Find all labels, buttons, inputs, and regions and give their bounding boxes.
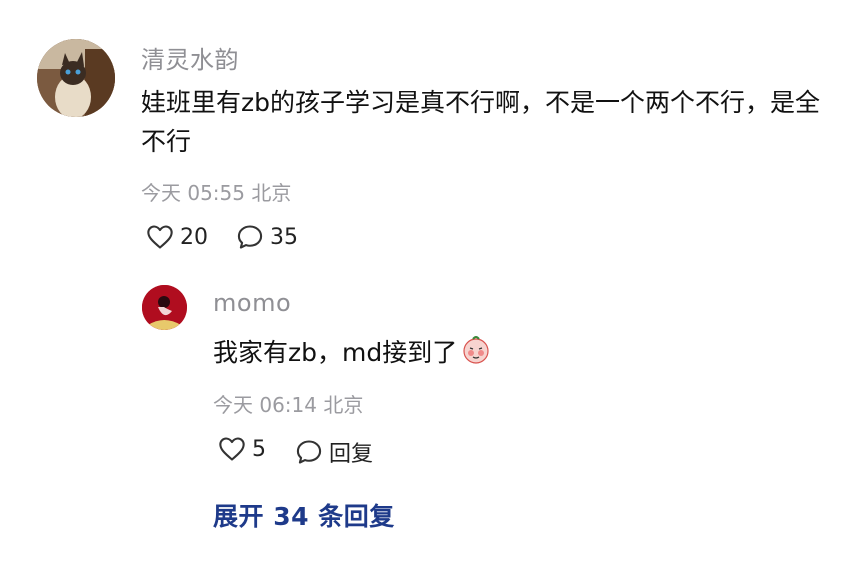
reply-button-label: 回复 [329, 442, 374, 467]
figure-avatar-image [142, 285, 187, 330]
comment-bubble-icon [296, 440, 322, 464]
blushing-face-icon [461, 334, 491, 375]
comment-text: 娃班里有zb的孩子学习是真不行啊，不是一个两个不行，是全不行 [141, 88, 820, 156]
reply-count: 35 [270, 224, 298, 250]
comment-bubble-icon [237, 225, 263, 249]
like-count: 20 [180, 224, 208, 250]
reply-count-button[interactable]: 35 [236, 224, 298, 250]
comment-username[interactable]: 清灵水韵 [141, 40, 239, 75]
reply-text-row: 我家有zb，md接到了 [213, 333, 491, 375]
cat-avatar-image [37, 39, 115, 117]
reply-like-button[interactable]: 5 [218, 436, 266, 462]
reply-button[interactable]: 回复 [295, 436, 373, 468]
comment-meta: 今天 05:55 北京 [141, 181, 292, 205]
heart-icon [147, 225, 173, 249]
reply-text: 我家有zb，md接到了 [213, 338, 458, 367]
user-avatar[interactable] [37, 39, 115, 117]
reply-user-avatar[interactable] [142, 285, 187, 330]
expand-replies-link[interactable]: 展开 34 条回复 [213, 497, 395, 533]
heart-icon [219, 437, 245, 461]
reply-meta: 今天 06:14 北京 [213, 393, 364, 417]
reply-username[interactable]: momo [213, 289, 291, 317]
like-button[interactable]: 20 [146, 224, 208, 250]
reply-like-count: 5 [252, 436, 266, 462]
